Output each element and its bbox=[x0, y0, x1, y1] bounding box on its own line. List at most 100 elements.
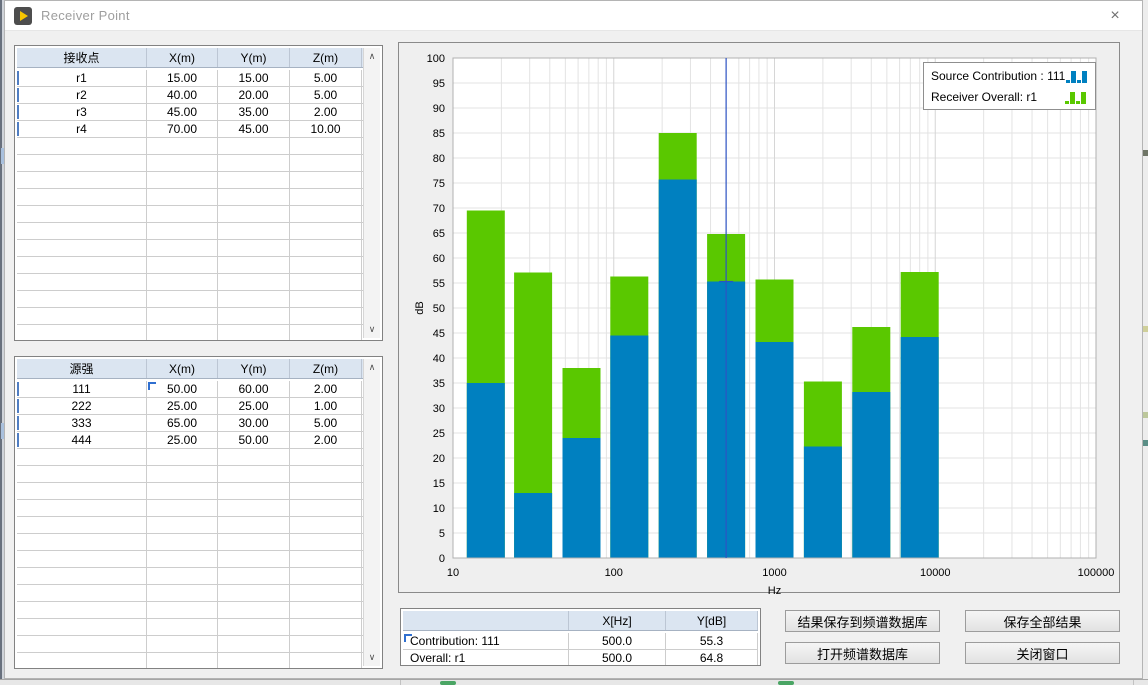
table-cell[interactable] bbox=[218, 585, 290, 601]
save-results-to-spectrum-db-button[interactable]: 结果保存到频谱数据库 bbox=[785, 610, 940, 632]
table-cell[interactable]: 25.00 bbox=[147, 432, 218, 448]
table-cell[interactable] bbox=[17, 568, 147, 584]
table-cell[interactable] bbox=[218, 291, 290, 307]
close-window-button[interactable]: 关闭窗口 bbox=[965, 642, 1120, 664]
table-cell[interactable] bbox=[290, 240, 362, 256]
close-icon[interactable]: × bbox=[1100, 5, 1130, 27]
table-cell[interactable] bbox=[290, 653, 362, 669]
table-row[interactable]: 22225.0025.001.00 bbox=[17, 398, 380, 415]
table-cell[interactable] bbox=[218, 534, 290, 550]
table-cell[interactable] bbox=[218, 308, 290, 324]
table-row[interactable] bbox=[17, 568, 380, 585]
scroll-up-icon[interactable]: ∧ bbox=[364, 49, 380, 64]
table-cell[interactable]: 35.00 bbox=[218, 104, 290, 120]
table-cell[interactable] bbox=[147, 534, 218, 550]
table-cell[interactable]: 2.00 bbox=[290, 381, 362, 397]
table-cell[interactable] bbox=[290, 274, 362, 290]
table-cell[interactable]: 444 bbox=[17, 432, 147, 448]
table-cell[interactable] bbox=[17, 500, 147, 516]
table-cell[interactable] bbox=[218, 551, 290, 567]
table-cell[interactable] bbox=[290, 189, 362, 205]
table-cell[interactable] bbox=[147, 449, 218, 465]
spectrum-chart-plot[interactable]: 0510152025303540455055606570758085909510… bbox=[399, 43, 1121, 594]
table-cell[interactable]: 5.00 bbox=[290, 70, 362, 86]
table-cell[interactable] bbox=[218, 653, 290, 669]
table-cell[interactable] bbox=[147, 568, 218, 584]
open-spectrum-db-button[interactable]: 打开频谱数据库 bbox=[785, 642, 940, 664]
table-cell[interactable] bbox=[17, 466, 147, 482]
table-cell[interactable] bbox=[17, 585, 147, 601]
table-cell[interactable]: 25.00 bbox=[218, 398, 290, 414]
table-row[interactable] bbox=[17, 653, 380, 669]
table-cell[interactable] bbox=[290, 308, 362, 324]
table-cell[interactable] bbox=[218, 517, 290, 533]
table-cell[interactable] bbox=[218, 172, 290, 188]
column-header[interactable] bbox=[403, 611, 569, 630]
source-strength-table[interactable]: 源强X(m)Y(m)Z(m)11150.0060.002.0022225.002… bbox=[14, 356, 383, 669]
table-cell[interactable] bbox=[218, 189, 290, 205]
table-cell[interactable]: 50.00 bbox=[218, 432, 290, 448]
table-cell[interactable] bbox=[290, 206, 362, 222]
table-cell[interactable]: 50.00 bbox=[147, 381, 218, 397]
table-cell[interactable] bbox=[218, 155, 290, 171]
table-cell[interactable] bbox=[17, 223, 147, 239]
table-cell[interactable]: 5.00 bbox=[290, 87, 362, 103]
table-cell[interactable] bbox=[147, 138, 218, 154]
column-header[interactable]: Y(m) bbox=[218, 359, 290, 378]
table-cell[interactable]: Contribution: 111 bbox=[403, 633, 569, 649]
table-cell[interactable] bbox=[218, 325, 290, 341]
table-cell[interactable] bbox=[218, 483, 290, 499]
table-cell[interactable] bbox=[290, 517, 362, 533]
table-cell[interactable]: 25.00 bbox=[147, 398, 218, 414]
table-cell[interactable] bbox=[290, 155, 362, 171]
table-cell[interactable] bbox=[290, 568, 362, 584]
table-cell[interactable] bbox=[218, 636, 290, 652]
table-row[interactable]: 44425.0050.002.00 bbox=[17, 432, 380, 449]
table-cell[interactable] bbox=[290, 585, 362, 601]
table-cell[interactable] bbox=[17, 257, 147, 273]
table-cell[interactable] bbox=[17, 483, 147, 499]
table-row[interactable] bbox=[17, 223, 380, 240]
table-cell[interactable] bbox=[290, 291, 362, 307]
table-cell[interactable] bbox=[290, 325, 362, 341]
table-row[interactable]: Overall: r1500.064.8 bbox=[403, 650, 758, 666]
table-cell[interactable] bbox=[218, 223, 290, 239]
table-cell[interactable] bbox=[147, 500, 218, 516]
table-cell[interactable] bbox=[218, 138, 290, 154]
table-row[interactable] bbox=[17, 449, 380, 466]
table-cell[interactable] bbox=[17, 517, 147, 533]
table-row[interactable] bbox=[17, 291, 380, 308]
table-cell[interactable] bbox=[17, 189, 147, 205]
scroll-up-icon[interactable]: ∧ bbox=[364, 360, 380, 375]
table-cell[interactable] bbox=[17, 155, 147, 171]
table-cell[interactable]: r2 bbox=[17, 87, 147, 103]
table-cell[interactable] bbox=[218, 257, 290, 273]
table-cell[interactable]: 20.00 bbox=[218, 87, 290, 103]
table-cell[interactable] bbox=[290, 551, 362, 567]
table-cell[interactable] bbox=[17, 534, 147, 550]
column-header[interactable]: 源强 bbox=[17, 359, 147, 378]
table-cell[interactable] bbox=[147, 240, 218, 256]
scroll-down-icon[interactable]: ∨ bbox=[364, 322, 380, 337]
table-row[interactable] bbox=[17, 483, 380, 500]
cursor-readout-table[interactable]: X[Hz]Y[dB]Contribution: 111500.055.3Over… bbox=[400, 608, 761, 666]
table-cell[interactable] bbox=[218, 240, 290, 256]
table-cell[interactable] bbox=[17, 449, 147, 465]
column-header[interactable]: Y(m) bbox=[218, 48, 290, 67]
table-row[interactable] bbox=[17, 172, 380, 189]
table-row[interactable] bbox=[17, 155, 380, 172]
table-cell[interactable]: 2.00 bbox=[290, 104, 362, 120]
table-cell[interactable]: 500.0 bbox=[569, 650, 666, 666]
table-cell[interactable]: 70.00 bbox=[147, 121, 218, 137]
table-cell[interactable] bbox=[17, 274, 147, 290]
column-header[interactable]: Z(m) bbox=[290, 48, 362, 67]
column-header[interactable]: X[Hz] bbox=[569, 611, 666, 630]
table-cell[interactable] bbox=[218, 619, 290, 635]
table-cell[interactable] bbox=[290, 619, 362, 635]
table-cell[interactable] bbox=[147, 206, 218, 222]
table-cell[interactable] bbox=[17, 636, 147, 652]
table-cell[interactable]: r1 bbox=[17, 70, 147, 86]
table-cell[interactable] bbox=[218, 500, 290, 516]
table-cell[interactable] bbox=[218, 449, 290, 465]
table-cell[interactable] bbox=[147, 189, 218, 205]
